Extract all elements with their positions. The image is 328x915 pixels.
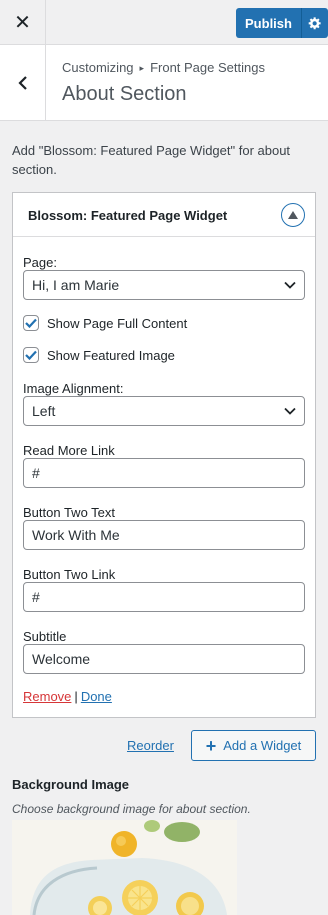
checkmark-icon [25, 318, 37, 328]
button-two-text-label: Button Two Text [23, 505, 116, 520]
subtitle-label: Subtitle [23, 629, 67, 644]
checkbox-box[interactable] [23, 315, 39, 331]
action-separator: | [74, 689, 78, 704]
show-full-content-checkbox[interactable]: Show Page Full Content [23, 315, 187, 331]
section-description: Add "Blossom: Featured Page Widget" for … [12, 143, 291, 177]
customizer-topbar: ✕ Publish [0, 0, 328, 45]
page-select[interactable]: Hi, I am Marie [23, 270, 305, 300]
image-alignment-value: Left [32, 403, 56, 419]
chevron-left-icon [17, 75, 27, 90]
featured-page-widget: Blossom: Featured Page Widget Page: Hi, … [12, 192, 316, 718]
chevron-down-icon [284, 281, 296, 289]
breadcrumb-parent: Front Page Settings [150, 60, 265, 75]
button-two-link-label: Button Two Link [23, 567, 116, 582]
show-featured-image-label: Show Featured Image [47, 347, 175, 363]
publish-settings-button[interactable] [302, 8, 328, 38]
widget-title: Blossom: Featured Page Widget [28, 208, 228, 223]
subtitle-input[interactable]: Welcome [23, 644, 305, 674]
close-icon: ✕ [14, 12, 31, 34]
read-more-input[interactable]: # [23, 458, 305, 488]
close-button[interactable]: ✕ [0, 0, 46, 45]
publish-button[interactable]: Publish [236, 8, 302, 38]
add-widget-button[interactable]: + Add a Widget [191, 730, 316, 761]
read-more-label: Read More Link [23, 443, 115, 458]
done-link[interactable]: Done [81, 689, 112, 704]
show-featured-image-checkbox[interactable]: Show Featured Image [23, 347, 175, 363]
widget-actions: Remove | Done [23, 689, 112, 704]
breadcrumb-arrow-icon: ▸ [139, 63, 145, 73]
reorder-link[interactable]: Reorder [127, 738, 174, 753]
image-alignment-label: Image Alignment: [23, 381, 124, 396]
remove-link[interactable]: Remove [23, 689, 71, 704]
widget-collapse-toggle[interactable] [281, 203, 305, 227]
checkmark-icon [25, 350, 37, 360]
gear-icon [308, 17, 321, 30]
breadcrumb: Customizing ▸ Front Page Settings [62, 60, 265, 75]
plus-icon: + [205, 735, 217, 756]
button-two-text-input[interactable]: Work With Me [23, 520, 305, 550]
page-select-value: Hi, I am Marie [32, 277, 120, 293]
background-image-preview[interactable] [12, 820, 237, 915]
section-title: About Section [62, 83, 187, 105]
show-full-content-label: Show Page Full Content [47, 315, 188, 331]
image-alignment-select[interactable]: Left [23, 396, 305, 426]
chevron-down-icon [284, 407, 296, 415]
section-header: Customizing ▸ Front Page Settings About Se… [0, 45, 328, 121]
button-two-link-input[interactable]: # [23, 582, 305, 612]
background-image-title: Background Image [12, 777, 130, 792]
background-image-description: Choose background image for about sectio… [12, 802, 251, 816]
page-label: Page: [23, 255, 57, 270]
breadcrumb-root: Customizing [62, 60, 134, 75]
add-widget-label: Add a Widget [223, 738, 302, 753]
back-button[interactable] [0, 45, 46, 120]
background-image-thumbnail [12, 820, 237, 915]
triangle-up-icon [288, 211, 298, 219]
checkbox-box[interactable] [23, 347, 39, 363]
publish-group: Publish [236, 8, 328, 38]
widget-header[interactable]: Blossom: Featured Page Widget [13, 193, 315, 237]
